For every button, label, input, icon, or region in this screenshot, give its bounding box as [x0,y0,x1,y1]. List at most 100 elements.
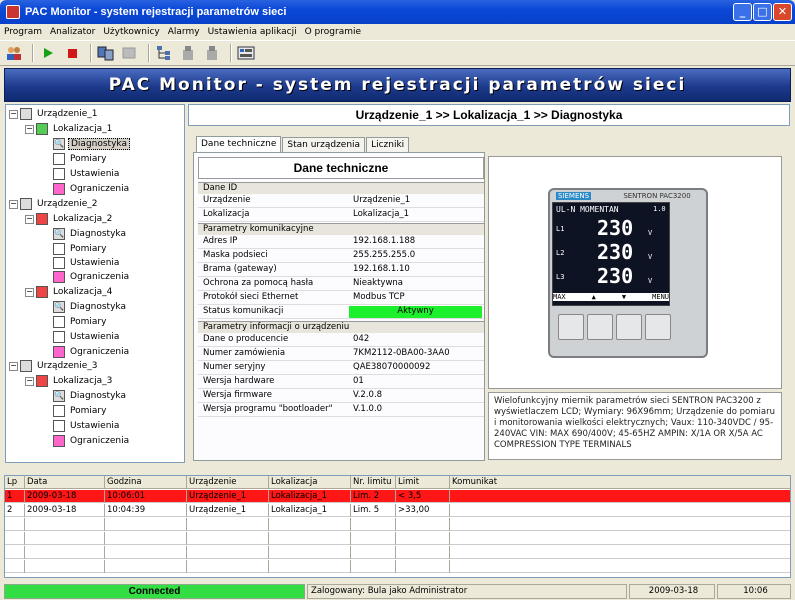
empty-row [5,532,790,545]
magnifier-icon: 🔍 [53,138,65,150]
tree-item-diagnostyka[interactable]: 🔍 Diagnostyka [53,389,128,403]
row-ip: Adres IP 192.168.1.188 [198,235,484,249]
chart-icon [53,405,65,417]
tree-item-ograniczenia[interactable]: Ograniczenia [53,182,131,196]
breadcrumb: Urządzenie_1 >> Lokalizacja_1 >> Diagnos… [188,104,790,126]
tree-node-location-3[interactable]: − Lokalizacja_3 [25,374,114,388]
tree-item-ustawienia[interactable]: Ustawienia [53,419,121,433]
toolbar-separator [148,44,150,62]
row-producer: Dane o producencie 042 [198,333,484,347]
upload-icon[interactable] [178,43,198,63]
tree-item-ustawienia[interactable]: Ustawienia [53,256,121,270]
menu-analizator[interactable]: Analizator [46,27,99,37]
user-status: Zalogowany: Bula jako Administrator [307,584,627,599]
status-date: 2009-03-18 [629,584,715,599]
menu-uzytkownicy[interactable]: Użytkownicy [99,27,163,37]
play-icon[interactable] [38,43,58,63]
table-row[interactable]: 1 2009-03-18 10:06:01 Urządzenie_1 Lokal… [5,490,790,503]
report-icon[interactable] [236,43,256,63]
tree-item-pomiary[interactable]: Pomiary [53,242,108,256]
wrench-icon [53,168,65,180]
connection-status: Connected [4,584,305,599]
close-button[interactable]: ✕ [773,3,792,21]
tab-stan-urzadzenia[interactable]: Stan urządzenia [282,137,366,152]
chart-icon [53,153,65,165]
location-icon [36,213,48,225]
menu-bar: Program Analizator Użytkownicy Alarmy Us… [0,24,795,40]
window-title: PAC Monitor - system rejestracji paramet… [25,6,287,18]
tree-item-ustawienia[interactable]: Ustawienia [53,330,121,344]
download-icon[interactable] [202,43,222,63]
tree-item-diagnostyka[interactable]: 🔍 Diagnostyka [53,137,130,151]
users-icon[interactable] [4,43,24,63]
magnifier-icon: 🔍 [53,228,65,240]
device-screen: UL-N MOMENTAN 1.0 L1 230 V L2 230 V L3 2… [552,202,670,306]
tree-node-location-4[interactable]: − Lokalizacja_4 [25,285,114,299]
magnifier-icon: 🔍 [53,301,65,313]
tree-node-location-2[interactable]: − Lokalizacja_2 [25,212,114,226]
row-bootloader: Wersja programu "bootloader" V.1.0.0 [198,403,484,417]
row-firmware: Wersja firmware V.2.0.8 [198,389,484,403]
tree-node-location-1[interactable]: − Lokalizacja_1 [25,122,114,136]
tab-liczniki[interactable]: Liczniki [366,137,410,152]
status-badge: Aktywny [349,306,482,318]
tree-item-diagnostyka[interactable]: 🔍 Diagnostyka [53,300,128,314]
section-info: Parametry informacji o urządzeniu [198,321,484,333]
tree-item-ograniczenia[interactable]: Ograniczenia [53,270,131,284]
table-row[interactable]: 2 2009-03-18 10:04:39 Urządzenie_1 Lokal… [5,504,790,517]
row-mask: Maska podsieci 255.255.255.0 [198,249,484,263]
bars-icon [53,271,65,283]
location-icon [36,286,48,298]
collapse-icon[interactable]: − [25,287,34,297]
menu-alarmy[interactable]: Alarmy [164,27,204,37]
collapse-icon[interactable]: − [25,214,34,224]
empty-row [5,560,790,573]
stop-icon[interactable] [62,43,82,63]
device-key [587,314,613,340]
collapse-icon[interactable]: − [9,199,18,209]
collapse-icon[interactable]: − [25,124,34,134]
bars-icon [53,346,65,358]
tree-item-pomiary[interactable]: Pomiary [53,404,108,418]
tree-item-ograniczenia[interactable]: Ograniczenia [53,345,131,359]
toolbar [0,40,795,66]
row-serial: Numer seryjny QAE38070000092 [198,361,484,375]
tree-node-device-3[interactable]: − Urządzenie_3 [9,359,99,373]
alarm-grid: Lp Data Godzina Urządzenie Lokalizacja N… [4,475,791,578]
tree-item-pomiary[interactable]: Pomiary [53,152,108,166]
tree-icon[interactable] [154,43,174,63]
collapse-icon[interactable]: − [9,109,18,119]
empty-row [5,546,790,559]
tree-node-device-1[interactable]: − Urządzenie_1 [9,107,99,121]
collapse-icon[interactable]: − [25,376,34,386]
menu-o-programie[interactable]: O programie [301,27,365,37]
tree-item-ograniczenia[interactable]: Ograniczenia [53,434,131,448]
status-time: 10:06 [717,584,791,599]
menu-program[interactable]: Program [0,27,46,37]
app-banner: PAC Monitor - system rejestracji paramet… [4,68,791,102]
app-icon [6,5,20,19]
device-description: Wielofunkcyjny miernik parametrów sieci … [488,392,782,460]
grid-header: Lp Data Godzina Urządzenie Lokalizacja N… [5,476,790,489]
toolbar-separator [230,44,232,62]
bars-icon [53,183,65,195]
wrench-icon [53,331,65,343]
device-icon [20,360,32,372]
magnifier-icon: 🔍 [53,390,65,402]
tree-item-ustawienia[interactable]: Ustawienia [53,167,121,181]
tab-dane-techniczne[interactable]: Dane techniczne [196,136,282,152]
device-key [645,314,671,340]
maximize-button[interactable]: □ [753,3,772,21]
minimize-button[interactable]: _ [733,3,752,21]
tree-node-device-2[interactable]: − Urządzenie_2 [9,197,99,211]
row-password: Ochrona za pomocą hasła Nieaktywna [198,277,484,291]
collapse-icon[interactable]: − [9,361,18,371]
disconnect-icon[interactable] [120,43,140,63]
menu-ustawienia[interactable]: Ustawienia aplikacji [204,27,301,37]
row-order: Numer zamówienia 7KM2112-0BA00-3AA0 [198,347,484,361]
device-key [616,314,642,340]
tree-item-pomiary[interactable]: Pomiary [53,315,108,329]
device-icon [20,198,32,210]
tree-item-diagnostyka[interactable]: 🔍 Diagnostyka [53,227,128,241]
connect-icon[interactable] [96,43,116,63]
